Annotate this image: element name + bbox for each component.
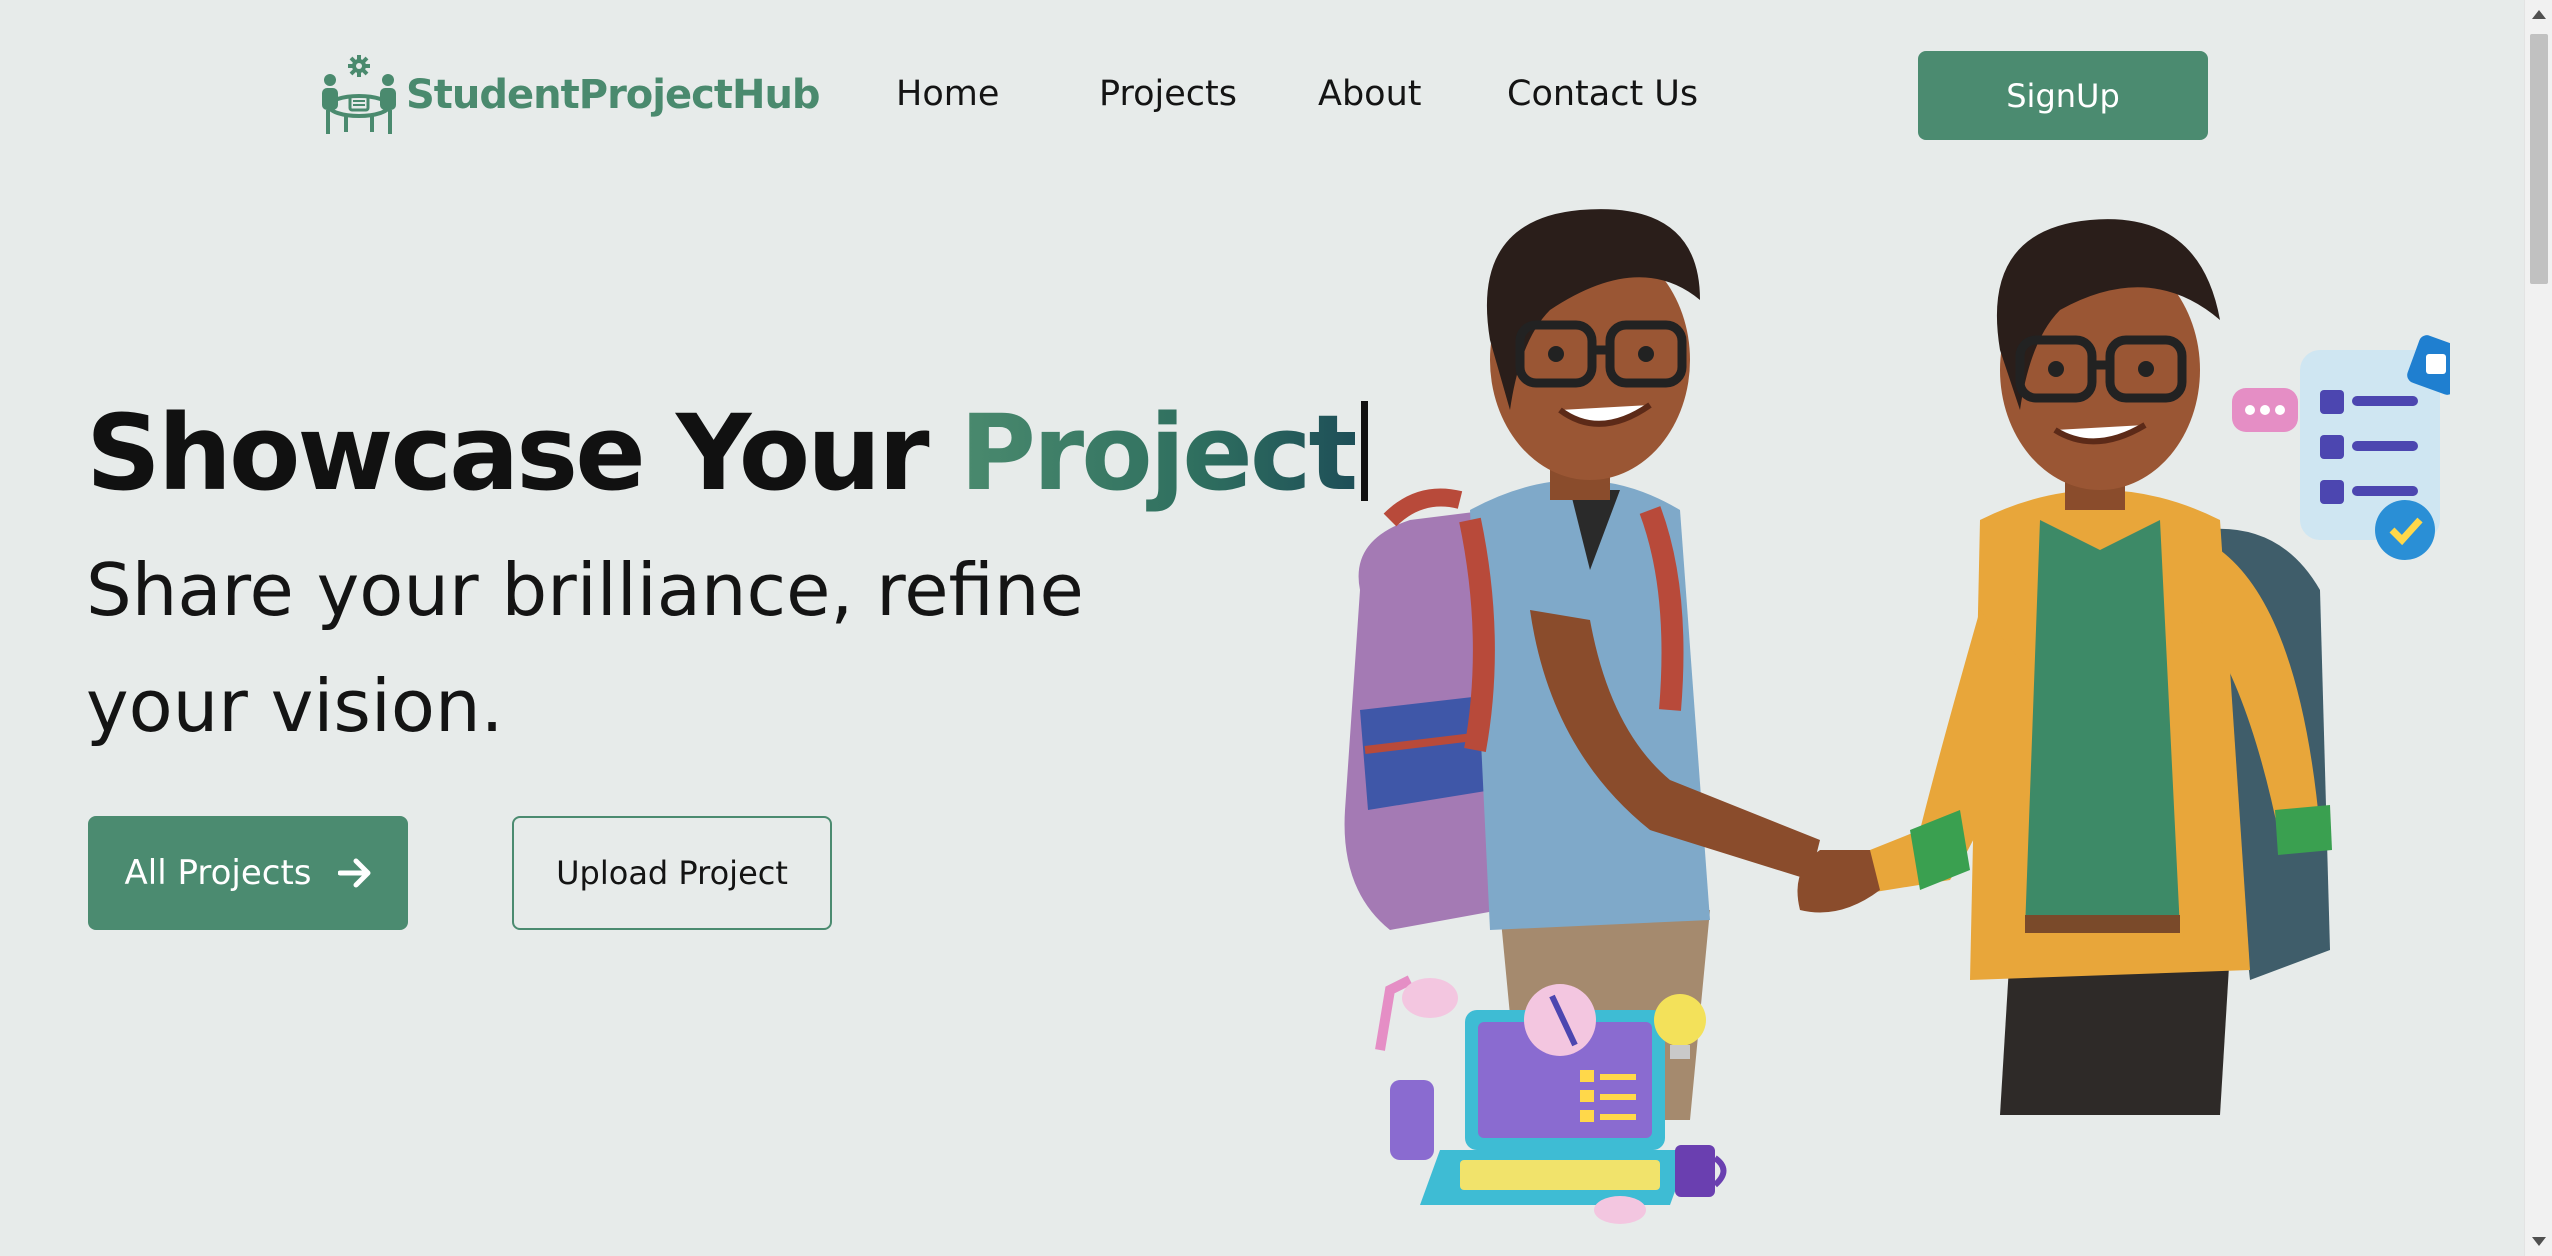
nav-projects-link[interactable]: Projects	[1099, 74, 1237, 114]
nav-contact-link[interactable]: Contact Us	[1507, 74, 1698, 114]
upload-project-button[interactable]: Upload Project	[512, 816, 832, 930]
team-meeting-gear-icon	[322, 55, 396, 134]
right-student-figure	[1797, 219, 2332, 1115]
hero-subtitle: Share your brilliance, refine your visio…	[86, 548, 1084, 748]
hero-title-prefix: Showcase Your	[86, 392, 960, 514]
brand-logo[interactable]: StudentProjectHub	[316, 52, 821, 138]
vertical-scrollbar[interactable]	[2524, 0, 2552, 1256]
scroll-up-arrow-icon[interactable]	[2532, 10, 2546, 19]
chat-bubble-icon	[2232, 388, 2298, 432]
nav-home-link[interactable]: Home	[896, 74, 999, 114]
scrollbar-thumb[interactable]	[2530, 34, 2548, 284]
hero-title-accent: Project	[959, 392, 1359, 514]
brand-name: StudentProjectHub	[406, 72, 821, 118]
students-handshake-illustration	[1344, 209, 2450, 1224]
hero-title: Showcase Your Project	[86, 392, 1369, 514]
all-projects-button[interactable]: All Projects	[88, 816, 408, 930]
all-projects-label: All Projects	[124, 853, 312, 893]
arrow-right-icon	[337, 858, 370, 888]
signup-button[interactable]: SignUp	[1918, 51, 2208, 140]
scroll-down-arrow-icon[interactable]	[2532, 1237, 2546, 1246]
nav-about-link[interactable]: About	[1318, 74, 1421, 114]
